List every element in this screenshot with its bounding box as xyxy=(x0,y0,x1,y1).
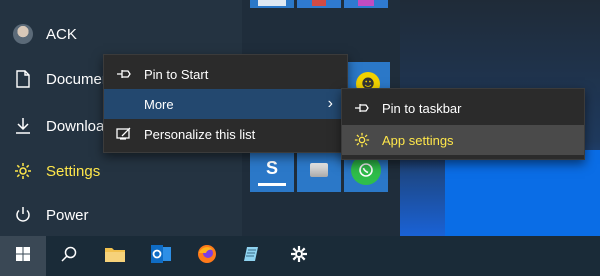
search-button[interactable] xyxy=(46,236,92,276)
firefox-icon xyxy=(197,244,217,269)
app-tile[interactable] xyxy=(297,148,341,192)
context-menu: Pin to Start More › Personalize this lis… xyxy=(103,54,348,153)
desktop-highlight-block xyxy=(445,150,600,236)
user-account[interactable]: ACK xyxy=(0,13,242,55)
menu-item-pin-to-taskbar[interactable]: Pin to taskbar xyxy=(342,93,584,123)
menu-item-pin-to-start[interactable]: Pin to Start xyxy=(104,59,347,89)
app-tile[interactable]: S xyxy=(250,148,294,192)
personalize-label: Personalize this list xyxy=(144,126,256,142)
downloads-label: Downloa xyxy=(46,117,105,135)
pin-icon xyxy=(342,102,382,114)
start-button[interactable] xyxy=(0,236,46,276)
firefox-button[interactable] xyxy=(184,236,230,276)
avatar xyxy=(0,24,46,44)
app-tile[interactable] xyxy=(250,0,294,8)
pin-to-start-label: Pin to Start xyxy=(144,66,209,82)
power-icon xyxy=(0,206,46,224)
settings-gear-icon xyxy=(290,245,308,268)
user-name: ACK xyxy=(46,25,77,43)
personalize-icon xyxy=(104,127,144,141)
app-tile[interactable] xyxy=(344,0,388,8)
menu-item-personalize-list[interactable]: Personalize this list xyxy=(104,119,347,149)
file-explorer-button[interactable] xyxy=(92,236,138,276)
pin-icon xyxy=(104,68,144,80)
settings-gear-icon xyxy=(0,162,46,180)
outlook-icon xyxy=(150,244,172,269)
search-icon xyxy=(61,246,77,267)
app-settings-label: App settings xyxy=(382,132,454,148)
download-icon xyxy=(0,117,46,135)
file-explorer-icon xyxy=(104,245,126,268)
settings-taskbar-button[interactable] xyxy=(276,236,322,276)
chevron-right-icon: › xyxy=(327,95,333,112)
more-label: More xyxy=(144,96,174,112)
menu-item-app-settings[interactable]: App settings xyxy=(342,125,584,155)
notepad-button[interactable] xyxy=(230,236,276,276)
settings-label: Settings xyxy=(46,162,101,180)
menu-item-more[interactable]: More › xyxy=(104,89,347,119)
settings-gear-icon xyxy=(342,132,382,148)
rail-item-power[interactable]: Power xyxy=(0,194,242,236)
rail-item-settings[interactable]: Settings xyxy=(0,150,242,192)
windows-logo-icon xyxy=(15,246,31,267)
submenu: Pin to taskbar App settings xyxy=(341,88,585,160)
app-tile[interactable] xyxy=(297,0,341,8)
outlook-button[interactable] xyxy=(138,236,184,276)
document-icon xyxy=(0,70,46,88)
notepad-icon xyxy=(243,244,263,269)
taskbar xyxy=(0,236,600,276)
power-label: Power xyxy=(46,206,89,224)
pin-to-taskbar-label: Pin to taskbar xyxy=(382,100,462,116)
documents-label: Documer xyxy=(46,70,107,88)
